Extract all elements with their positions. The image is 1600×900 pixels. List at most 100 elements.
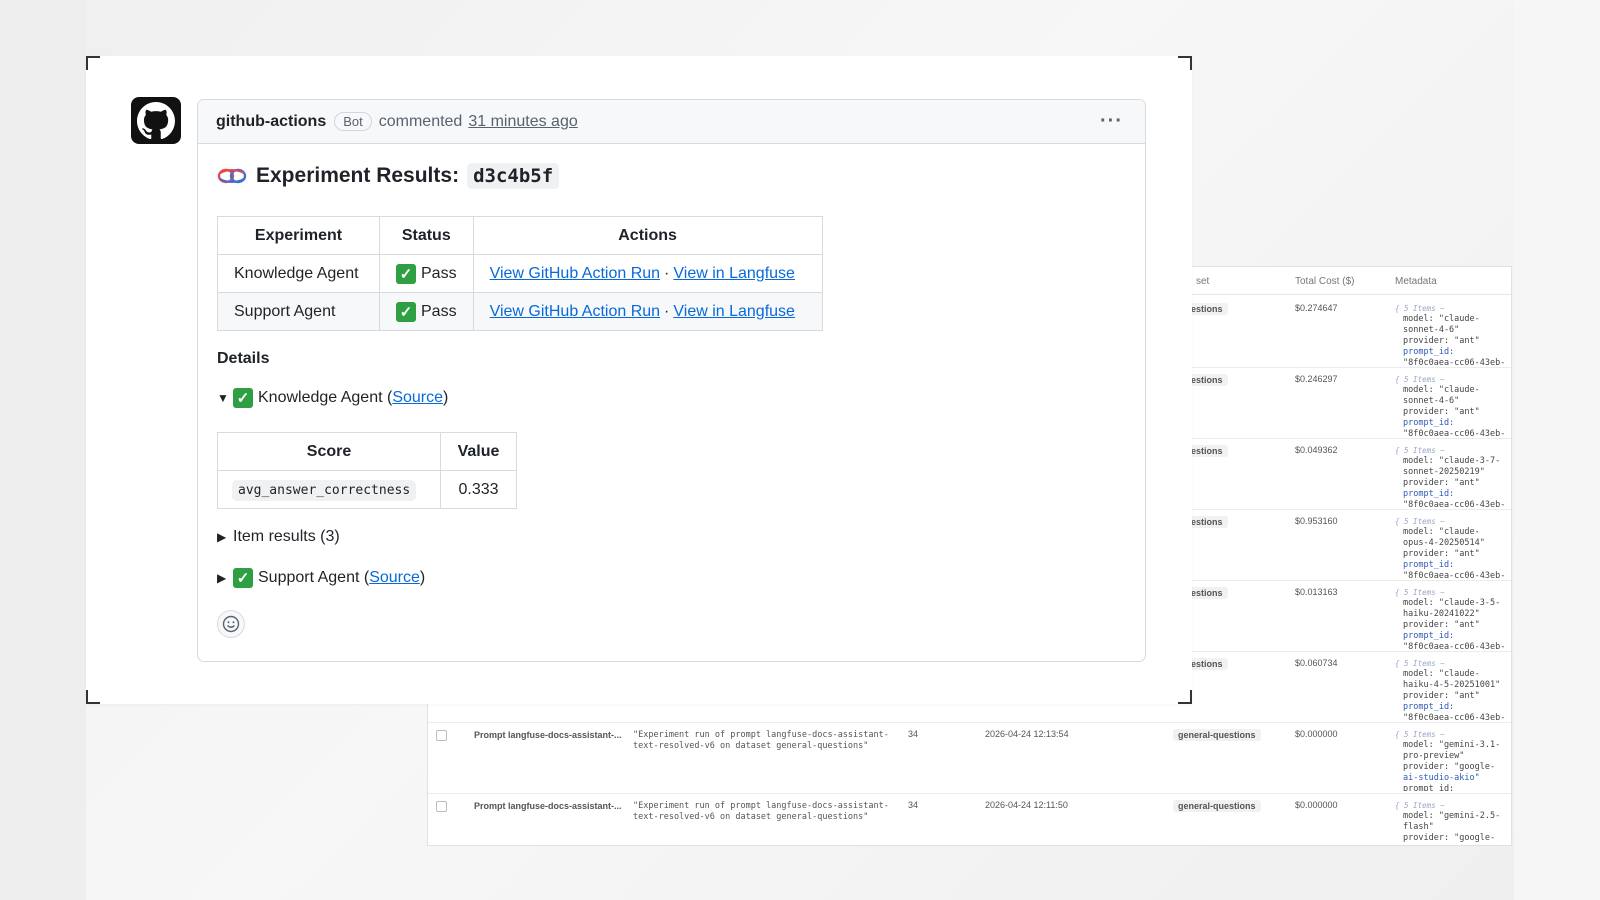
- view-in-langfuse-link[interactable]: View in Langfuse: [673, 265, 795, 282]
- column-header-value: Value: [440, 432, 517, 471]
- metadata-line: sonnet-4-6": [1403, 325, 1460, 335]
- metadata-line: model: "claude-3-7-: [1403, 456, 1501, 466]
- column-header-metadata: Metadata: [1395, 276, 1437, 287]
- actions-cell: View GitHub Action Run · View in Langfuse: [472, 254, 823, 293]
- metadata-line: "8f0c0aea-cc06-43eb-: [1403, 500, 1506, 507]
- smiley-icon: [222, 615, 240, 633]
- metadata-line: model: "gemini-3.1-: [1403, 740, 1501, 750]
- metadata-json: { 5 Items ~ model: "claude-3-5- haiku-2024…: [1395, 587, 1511, 649]
- more-options-icon[interactable]: ···: [1100, 110, 1123, 133]
- separator: ·: [664, 302, 670, 320]
- metadata-items-count[interactable]: { 5 Items ~: [1395, 303, 1511, 314]
- metadata-line: prompt_id:: [1403, 418, 1455, 428]
- run-name[interactable]: Prompt langfuse-docs-assistant-...: [474, 801, 624, 811]
- metadata-items-count[interactable]: { 5 Items ~: [1395, 587, 1511, 598]
- metadata-line: provider: "ant": [1403, 478, 1480, 488]
- comment-box: github-actions Bot commented 31 minutes …: [197, 99, 1146, 662]
- table-row: Knowledge Agent ✓ Pass View GitHub Action…: [217, 254, 823, 293]
- comment-timestamp-link[interactable]: 31 minutes ago: [468, 113, 577, 131]
- crop-corner: [86, 690, 100, 704]
- metadata-items-count[interactable]: { 5 Items ~: [1395, 445, 1511, 456]
- metadata-items-count[interactable]: { 5 Items ~: [1395, 374, 1511, 385]
- run-date: 2026-04-24 12:13:54: [985, 729, 1069, 739]
- experiment-name: Knowledge Agent: [217, 254, 380, 293]
- knowledge-agent-details-toggle[interactable]: ▼ ✓ Knowledge Agent (Source): [217, 388, 448, 408]
- total-cost: $0.000000: [1295, 729, 1338, 739]
- github-octocat-icon: [137, 101, 175, 139]
- total-cost: $0.246297: [1295, 374, 1338, 384]
- knowledge-agent-source-link[interactable]: Source: [392, 389, 443, 407]
- results-header-row: Experiment Status Actions: [217, 216, 823, 255]
- metadata-line: prompt_id:: [1403, 784, 1455, 791]
- table-row: Support Agent ✓ Pass View GitHub Action R…: [217, 292, 823, 331]
- metadata-line: model: "claude-: [1403, 385, 1480, 395]
- metadata-line: sonnet-20250219": [1403, 467, 1485, 477]
- support-agent-details-toggle[interactable]: ▶ ✓ Support Agent (Source): [217, 568, 425, 588]
- metadata-json: { 5 Items ~ model: "claude-sonnet-4-6" pro…: [1395, 374, 1511, 436]
- metadata-items-count[interactable]: { 5 Items ~: [1395, 800, 1511, 811]
- metadata-line: prompt_id:: [1403, 347, 1455, 357]
- details-heading: Details: [217, 350, 270, 367]
- metadata-json: { 5 Items ~ model: "claude-sonnet-4-6" pro…: [1395, 303, 1511, 365]
- experiment-name: Support Agent: [217, 292, 380, 331]
- support-agent-label: Support Agent (: [258, 569, 370, 586]
- total-cost: $0.049362: [1295, 445, 1338, 455]
- crop-corner: [1178, 690, 1192, 704]
- score-header-row: Score Value: [217, 432, 517, 471]
- results-title: Experiment Results:: [256, 164, 460, 187]
- comment-author[interactable]: github-actions: [216, 113, 326, 131]
- results-heading: Experiment Results: d3c4b5f: [217, 160, 1126, 192]
- metadata-line: pro-preview": [1403, 751, 1465, 761]
- bot-badge: Bot: [334, 112, 372, 131]
- column-header-score: Score: [217, 432, 441, 471]
- github-avatar[interactable]: [131, 97, 181, 144]
- metadata-line: ai-studio-akio": [1403, 773, 1480, 783]
- view-github-action-run-link[interactable]: View GitHub Action Run: [490, 265, 660, 282]
- check-mark-icon: ✓: [233, 388, 253, 408]
- metadata-json: { 5 Items ~ model: "gemini-3.1- pro-previe…: [1395, 729, 1511, 791]
- metadata-line: haiku-4-5-20251001": [1403, 680, 1501, 690]
- metadata-json: { 5 Items ~ model: "claude-3-7- sonnet-202…: [1395, 445, 1511, 507]
- metadata-line: prompt_id:: [1403, 489, 1455, 499]
- comment-header: github-actions Bot commented 31 minutes …: [198, 100, 1145, 144]
- row-checkbox[interactable]: [436, 801, 447, 812]
- run-description: "Experiment run of prompt langfuse-docs-…: [633, 801, 889, 822]
- metadata-line: provider: "ant": [1403, 336, 1480, 346]
- add-reaction-button[interactable]: [217, 610, 245, 638]
- comment-action: commented: [378, 112, 463, 130]
- row-checkbox[interactable]: [436, 730, 447, 741]
- metadata-line: "8f0c0aea-cc06-43eb-: [1403, 358, 1506, 365]
- metadata-items-count[interactable]: { 5 Items ~: [1395, 658, 1511, 669]
- metadata-json: { 5 Items ~ model: "claude-haiku-4-5-2025…: [1395, 658, 1511, 720]
- collapsed-triangle-icon: ▶: [217, 571, 227, 585]
- metadata-items-count[interactable]: { 5 Items ~: [1395, 516, 1511, 527]
- total-cost: $0.953160: [1295, 516, 1338, 526]
- metadata-line: prompt_id:: [1403, 631, 1455, 641]
- column-header-experiment: Experiment: [217, 216, 380, 255]
- view-in-langfuse-link[interactable]: View in Langfuse: [673, 303, 795, 320]
- score-name: avg_answer_correctness: [232, 479, 417, 501]
- metadata-line: provider: "ant": [1403, 620, 1480, 630]
- score-name-cell: avg_answer_correctness: [217, 470, 441, 509]
- item-results-toggle[interactable]: ▶ Item results (3): [217, 528, 340, 546]
- crop-corner: [86, 56, 100, 70]
- total-cost: $0.274647: [1295, 303, 1338, 313]
- metadata-line: provider: "google-: [1403, 833, 1496, 843]
- run-name[interactable]: Prompt langfuse-docs-assistant-...: [474, 730, 624, 740]
- check-mark-icon: ✓: [396, 263, 416, 284]
- metadata-line: model: "claude-: [1403, 527, 1480, 537]
- check-mark-icon: ✓: [396, 301, 416, 322]
- total-cost: $0.060734: [1295, 658, 1338, 668]
- metadata-items-count[interactable]: { 5 Items ~: [1395, 729, 1511, 740]
- status-cell: ✓ Pass: [379, 254, 474, 293]
- view-github-action-run-link[interactable]: View GitHub Action Run: [490, 303, 660, 320]
- separator: ·: [664, 264, 670, 282]
- metadata-line: "8f0c0aea-cc06-43eb-: [1403, 642, 1506, 649]
- metadata-line: haiku-20241022": [1403, 609, 1480, 619]
- metadata-line: prompt_id:: [1403, 560, 1455, 570]
- metadata-line: provider: "ant": [1403, 691, 1480, 701]
- support-agent-source-link[interactable]: Source: [369, 569, 420, 587]
- background-left: [0, 0, 86, 900]
- paren-close: ): [443, 389, 449, 406]
- metadata-line: "8f0c0aea-cc06-43eb-: [1403, 429, 1506, 436]
